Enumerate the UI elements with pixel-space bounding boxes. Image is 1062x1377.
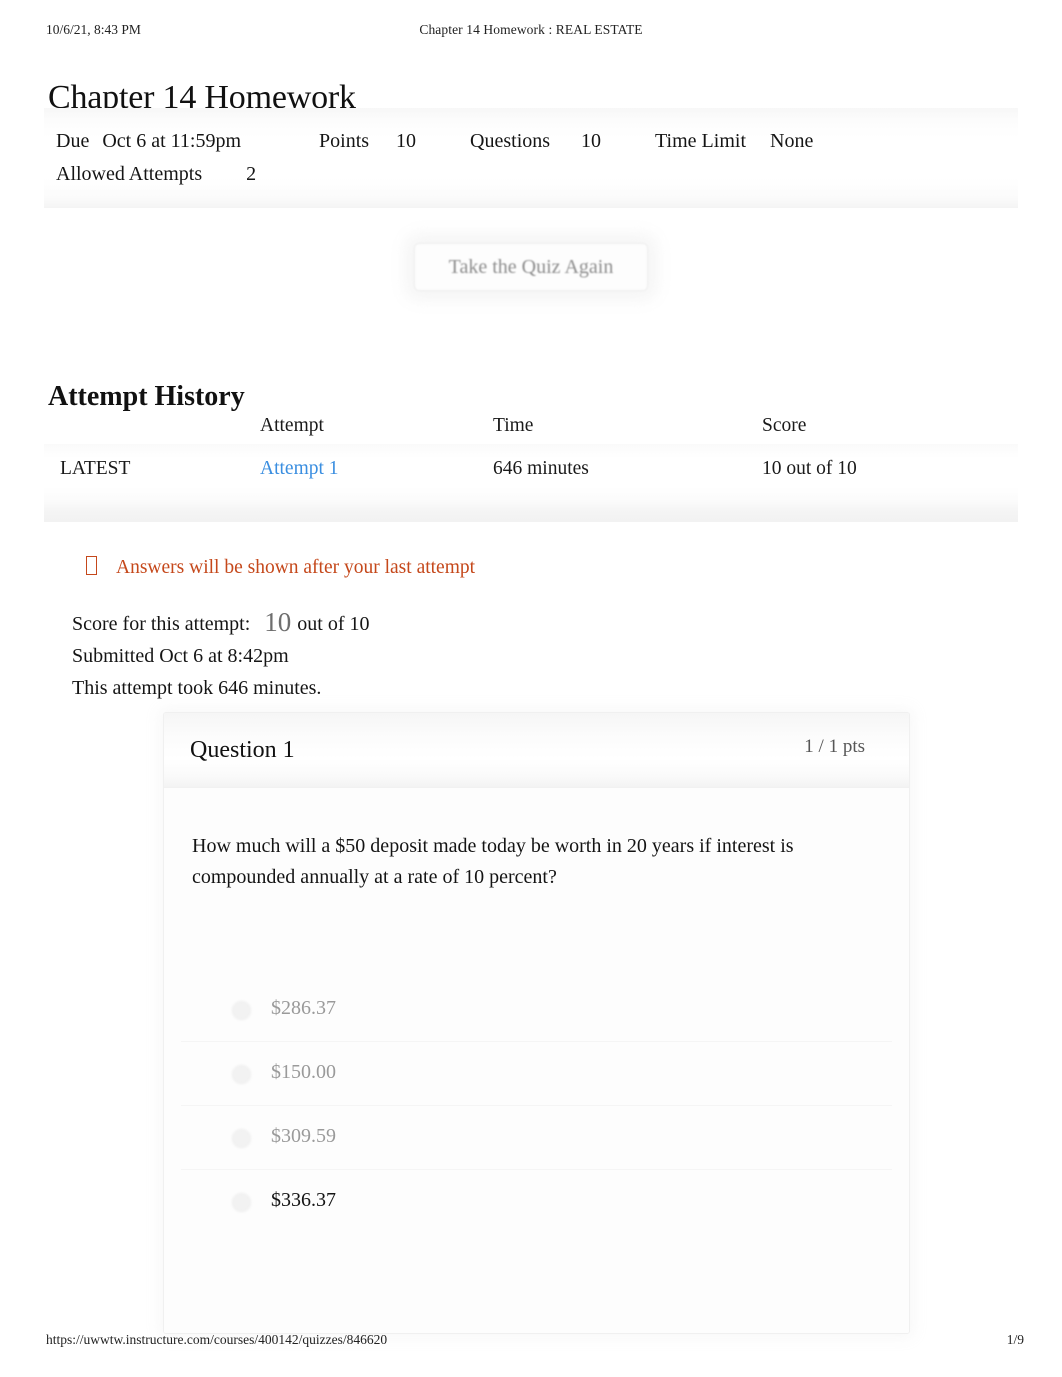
quiz-meta-row-primary: Due Oct 6 at 11:59pm Points 10 Questions 10 Ti… <box>56 130 813 153</box>
print-document-title: Chapter 14 Homework : REAL ESTATE <box>419 22 643 37</box>
column-header-score: Score <box>762 415 807 436</box>
question-title: Question 1 <box>190 737 295 763</box>
allowed-attempts-value: 2 <box>246 163 257 185</box>
print-footer: https://uwwtw.instructure.com/courses/40… <box>0 1332 1062 1354</box>
attempt-history-table: Attempt Time Score LATEST Attempt 1 646 … <box>44 412 1018 522</box>
attempt-history-heading: Attempt History <box>48 381 245 413</box>
question-header: Question 1 1 / 1 pts <box>164 713 909 788</box>
allowed-attempts-label: Allowed Attempts <box>56 163 203 185</box>
take-quiz-again-button[interactable]: Take the Quiz Again <box>413 243 649 291</box>
questions-value: 10 <box>581 130 602 152</box>
table-header-row: Attempt Time Score <box>44 412 1018 444</box>
attempt-score-value: 10 out of 10 <box>762 458 857 479</box>
radio-button-icon[interactable] <box>232 1065 251 1084</box>
answer-option-label: $286.37 <box>271 997 336 1019</box>
duration-line: This attempt took 646 minutes. <box>72 677 322 699</box>
score-label: Score for this attempt: <box>72 613 251 635</box>
question-body: How much will a $50 deposit made today b… <box>164 788 909 1333</box>
time-limit-value: None <box>770 130 814 152</box>
submitted-line: Submitted Oct 6 at 8:42pm <box>72 645 289 667</box>
due-label: Due <box>56 130 90 152</box>
radio-button-icon[interactable] <box>232 1001 251 1020</box>
warning-box-icon <box>86 556 97 575</box>
answer-option-label: $336.37 <box>271 1189 336 1211</box>
score-value: 10 <box>264 607 292 637</box>
question-text: How much will a $50 deposit made today b… <box>192 835 794 888</box>
column-header-time: Time <box>493 415 534 436</box>
quiz-meta-band: Due Oct 6 at 11:59pm Points 10 Questions 10 Ti… <box>44 108 1018 208</box>
radio-button-icon[interactable] <box>232 1129 251 1148</box>
answer-option[interactable]: $309.59 <box>181 1106 892 1170</box>
answer-option[interactable]: $286.37 <box>181 978 892 1042</box>
questions-label: Questions <box>470 130 551 152</box>
attempt-summary: Score for this attempt: 10 out of 10 Submi… <box>72 606 370 704</box>
quiz-meta-row-secondary: Allowed Attempts 2 <box>56 163 256 186</box>
due-value: Oct 6 at 11:59pm <box>102 130 242 152</box>
question-points: 1 / 1 pts <box>804 736 865 757</box>
answer-options-list: $286.37 $150.00 $309.59 $336.37 <box>181 978 892 1233</box>
answers-notice-text: Answers will be shown after your last at… <box>116 557 476 578</box>
table-row: LATEST Attempt 1 646 minutes 10 out of 1… <box>44 444 1018 522</box>
answers-notice: Answers will be shown after your last at… <box>86 556 475 579</box>
print-header: 10/6/21, 8:43 PM Chapter 14 Homework : R… <box>0 22 1062 44</box>
latest-badge: LATEST <box>60 458 131 479</box>
print-footer-url: https://uwwtw.instructure.com/courses/40… <box>46 1332 388 1347</box>
score-for-attempt-line: Score for this attempt: 10 out of 10 <box>72 606 370 640</box>
radio-button-icon[interactable] <box>232 1193 251 1212</box>
attempt-1-link[interactable]: Attempt 1 <box>260 458 339 479</box>
retake-button-container: Take the Quiz Again <box>0 243 1062 291</box>
answer-option-label: $150.00 <box>271 1061 336 1083</box>
answer-option-selected[interactable]: $336.37 <box>181 1170 892 1233</box>
answer-option[interactable]: $150.00 <box>181 1042 892 1106</box>
time-limit-label: Time Limit <box>655 130 746 152</box>
column-header-attempt: Attempt <box>260 415 324 436</box>
points-value: 10 <box>396 130 417 152</box>
answer-option-label: $309.59 <box>271 1125 336 1147</box>
points-label: Points <box>319 130 370 152</box>
question-card: Question 1 1 / 1 pts How much will a $50… <box>163 712 910 1334</box>
print-footer-page-number: 1/9 <box>1006 1332 1024 1347</box>
attempt-time-value: 646 minutes <box>493 458 589 479</box>
attempt-link-cell: Attempt 1 <box>260 458 339 480</box>
score-out-of: out of 10 <box>297 613 370 635</box>
